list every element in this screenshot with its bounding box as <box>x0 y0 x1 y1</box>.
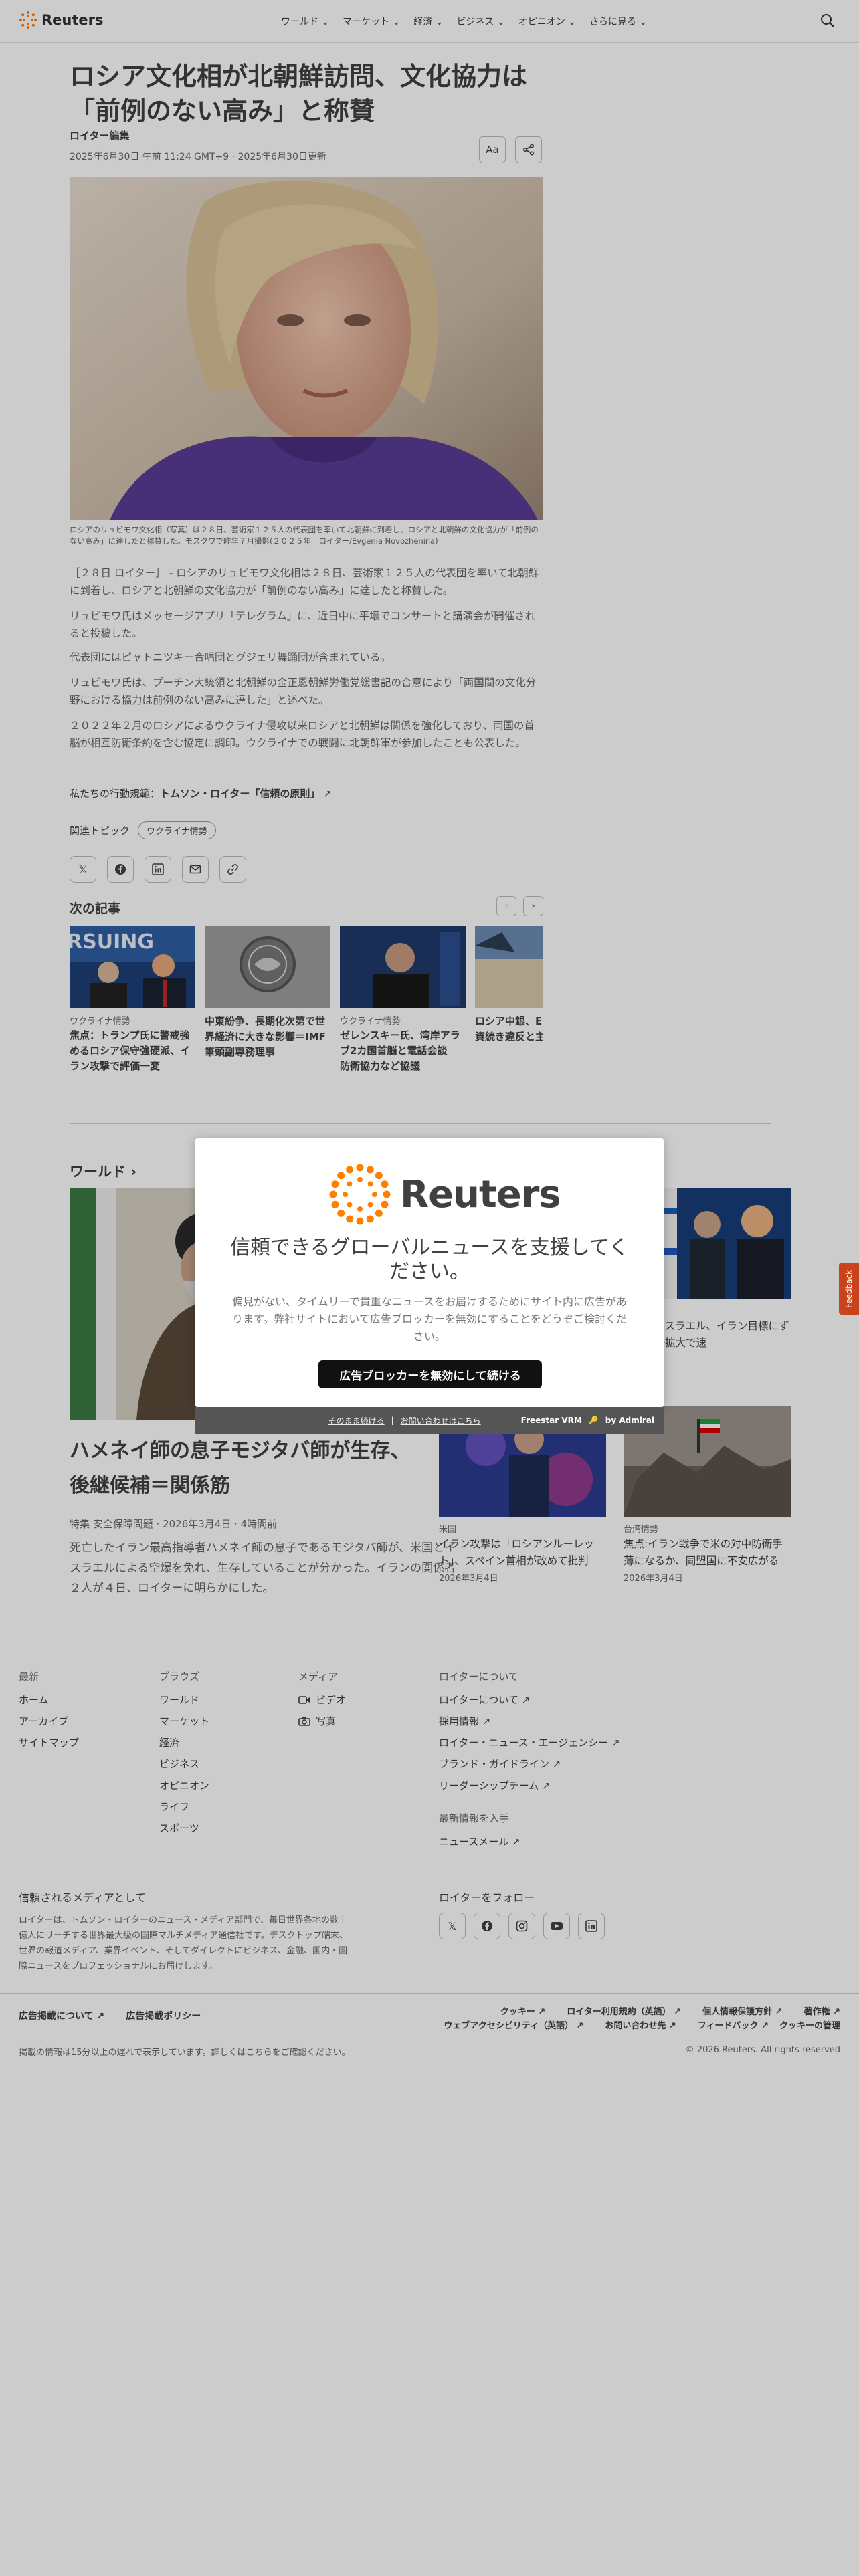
feedback-tab[interactable]: Feedback <box>839 1263 859 1315</box>
lock-icon: 🔑 <box>588 1416 599 1425</box>
freestar-label: Freestar VRM <box>520 1416 582 1425</box>
disable-adblock-button[interactable]: 広告ブロッカーを無効にして続ける <box>318 1360 542 1388</box>
bar-separator: | <box>391 1416 394 1425</box>
modal-contact-link[interactable]: お問い合わせはこちら <box>401 1415 481 1426</box>
continue-anyway-link[interactable]: そのまま続ける <box>328 1415 385 1426</box>
reuters-dots-icon <box>329 1164 391 1225</box>
admiral-label: by Admiral <box>605 1416 654 1425</box>
modal-text: 偏見がない、タイムリーで貴重なニュースをお届けするためにサイト内に広告があります… <box>231 1295 628 1343</box>
modal-logo-text: Reuters <box>400 1172 561 1216</box>
modal-reuters-logo: Reuters <box>328 1162 561 1226</box>
adblock-modal: Reuters 信頼できるグローバルニュースを支援してください。 偏見がない、タ… <box>195 1138 664 1407</box>
modal-footer-bar: そのまま続ける | お問い合わせはこちら Freestar VRM 🔑 by A… <box>195 1407 664 1434</box>
modal-title: 信頼できるグローバルニュースを支援してください。 <box>230 1236 629 1283</box>
